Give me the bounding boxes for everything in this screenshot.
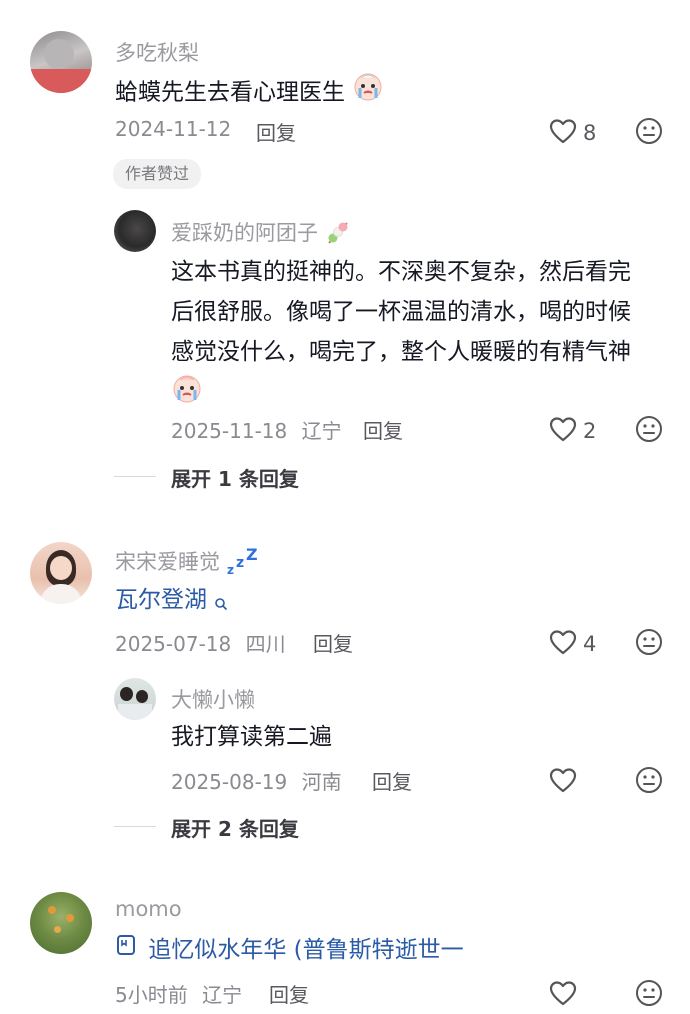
reply-button[interactable]: 回复 (372, 766, 412, 795)
book-link-text: 追忆似水年华 (普鲁斯特逝世一 (148, 937, 464, 963)
like-count: 4 (583, 632, 597, 656)
heart-outline-icon (549, 980, 577, 1010)
reply-username[interactable]: 爱踩奶的阿团子 (171, 217, 351, 250)
like-count: 8 (583, 121, 597, 145)
avatar-fruit (54, 926, 61, 933)
like-button[interactable]: 2 (549, 416, 596, 446)
avatar-fruit (48, 906, 56, 914)
reply-button[interactable]: 回复 (313, 628, 353, 657)
reply-content-line: 这本书真的挺神的。不深奥不复杂，然后看完 (171, 259, 631, 285)
reply-date-text: 2025-11-18 (171, 419, 288, 443)
crying-emoji-icon (171, 372, 203, 408)
comment-username[interactable]: 宋宋爱睡觉 zzZ (115, 545, 261, 581)
frown-face-icon[interactable] (635, 766, 663, 798)
reply-button[interactable]: 回复 (256, 117, 296, 146)
avatar-fruit (66, 914, 74, 922)
reply-location: 辽宁 (301, 419, 342, 443)
comment-content: 蛤蟆先生去看心理医生 (115, 70, 384, 116)
reply-content-line: 后很舒服。像喝了一杯温温的清水，喝的时候 (171, 299, 631, 325)
author-liked-badge: 作者赞过 (113, 159, 202, 189)
frown-face-icon[interactable] (635, 979, 663, 1011)
heart-outline-icon (549, 767, 577, 797)
crying-emoji-icon (352, 70, 384, 116)
comment-date-text: 5小时前 (115, 983, 188, 1007)
book-icon (115, 930, 137, 971)
comment-username[interactable]: momo (115, 897, 182, 921)
book-link[interactable]: 追忆似水年华 (普鲁斯特逝世一 (115, 930, 464, 971)
reply-date-text: 2025-08-19 (171, 770, 288, 794)
comment-location: 四川 (245, 632, 286, 656)
reply-username-text: 爱踩奶的阿团子 (171, 221, 318, 245)
expand-divider (114, 826, 156, 827)
book-link-text: 瓦尔登湖 (115, 587, 207, 613)
avatar-face (50, 556, 72, 580)
comment-username-text: 宋宋爱睡觉 (115, 550, 220, 574)
like-button[interactable] (549, 980, 583, 1010)
comment-date: 2024-11-12 (115, 117, 232, 141)
frown-face-icon[interactable] (635, 415, 663, 447)
reply-date: 2025-11-18 辽宁 (171, 415, 342, 444)
reply-date: 2025-08-19 河南 (171, 766, 342, 795)
like-button[interactable]: 8 (549, 118, 596, 148)
heart-outline-icon (549, 629, 577, 659)
avatar[interactable] (30, 31, 92, 93)
reply-location: 河南 (301, 770, 342, 794)
sleep-zzz-icon: zzZ (227, 545, 261, 581)
avatar-figure (44, 39, 74, 69)
avatar[interactable] (114, 210, 156, 252)
svg-text:z: z (236, 555, 244, 571)
avatar-person (120, 687, 133, 701)
expand-replies-button[interactable]: 展开 1 条回复 (171, 463, 299, 492)
comment-location: 辽宁 (202, 983, 243, 1007)
like-count: 2 (583, 419, 597, 443)
like-button[interactable] (549, 767, 583, 797)
expand-replies-button[interactable]: 展开 2 条回复 (171, 813, 299, 842)
reply-username[interactable]: 大懒小懒 (171, 684, 255, 714)
avatar-body (40, 584, 82, 604)
frown-face-icon[interactable] (635, 628, 663, 660)
reply-button[interactable]: 回复 (363, 415, 403, 444)
comment-date: 5小时前 辽宁 (115, 979, 242, 1008)
like-button[interactable]: 4 (549, 629, 596, 659)
dango-icon (325, 219, 351, 250)
svg-text:Z: Z (246, 546, 258, 564)
heart-outline-icon (549, 118, 577, 148)
avatar-body (118, 704, 152, 720)
avatar-person (136, 690, 148, 703)
comment-date: 2025-07-18 四川 (115, 628, 286, 657)
avatar-banner (30, 69, 92, 93)
svg-text:z: z (227, 563, 234, 576)
expand-divider (114, 476, 156, 477)
comment-text: 蛤蟆先生去看心理医生 (115, 79, 345, 106)
search-hint-icon (214, 584, 228, 625)
comment-date-text: 2025-07-18 (115, 632, 232, 656)
reply-content-line: 感觉没什么，喝完了，整个人暖暖的有精气神 (171, 339, 631, 365)
comment-username[interactable]: 多吃秋梨 (115, 37, 199, 67)
reply-button[interactable]: 回复 (269, 979, 309, 1008)
book-link[interactable]: 瓦尔登湖 (115, 580, 228, 625)
avatar[interactable] (30, 892, 92, 954)
heart-outline-icon (549, 416, 577, 446)
avatar[interactable] (114, 678, 156, 720)
avatar[interactable] (30, 542, 92, 604)
frown-face-icon[interactable] (635, 117, 663, 149)
reply-content: 我打算读第二遍 (171, 724, 332, 750)
